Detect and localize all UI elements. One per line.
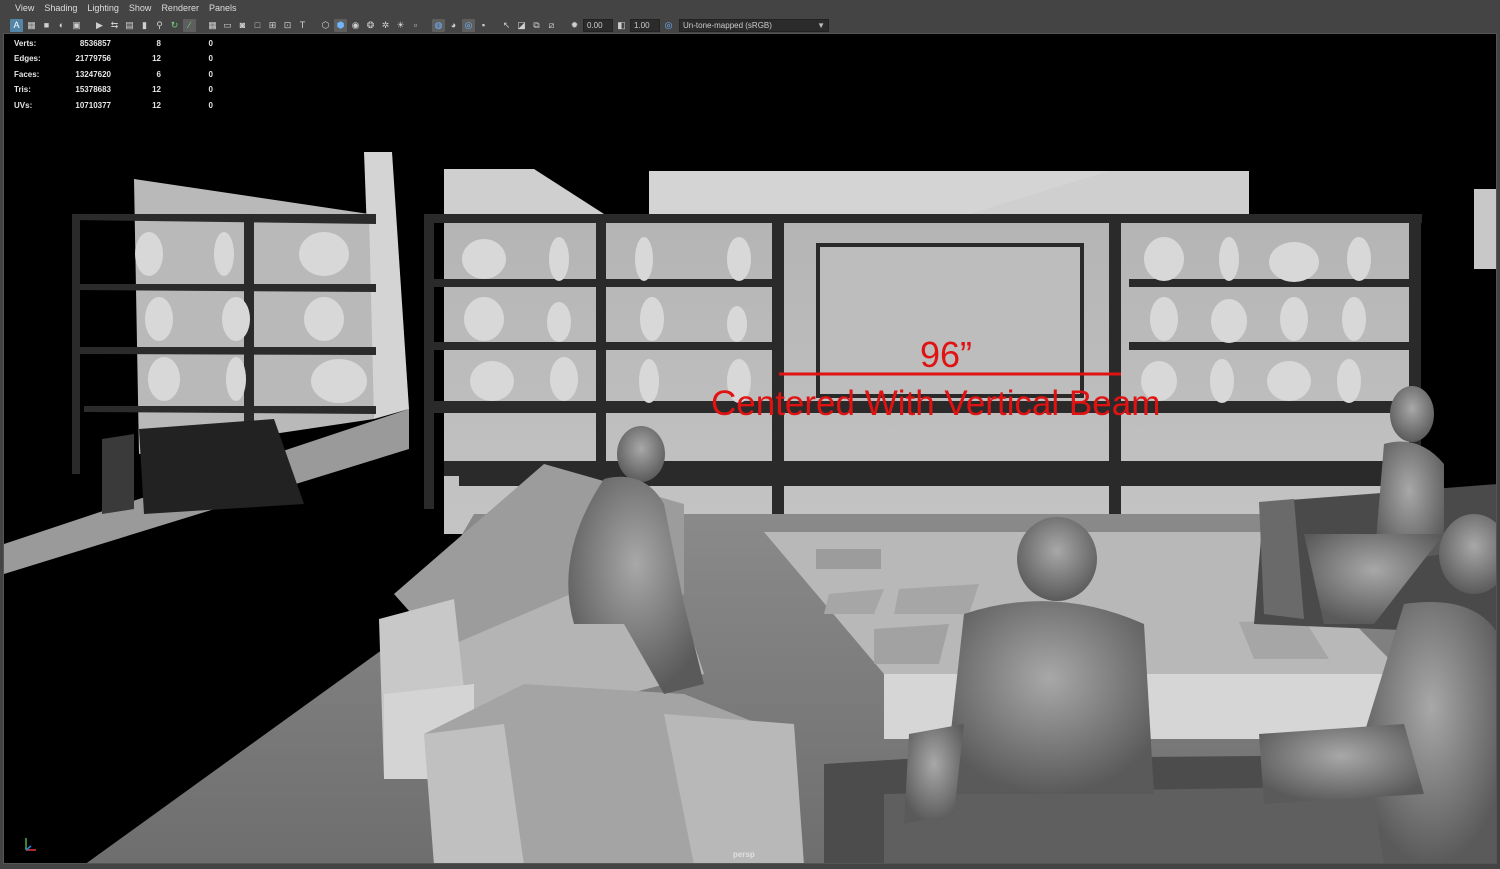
menu-view[interactable]: View <box>10 0 39 17</box>
text-panel-icon[interactable]: T <box>296 19 309 32</box>
maya-viewport-panel: View Shading Lighting Show Renderer Pane… <box>0 0 1500 869</box>
frame-all-icon[interactable]: □ <box>251 19 264 32</box>
field-chart-icon[interactable]: ⚲ <box>153 19 166 32</box>
bookmark-icon[interactable]: ◐ <box>55 19 68 32</box>
isolate-select-icon[interactable]: ◍ <box>432 18 445 32</box>
smooth-shade-icon[interactable]: ⬢ <box>334 18 347 32</box>
axis-gizmo-icon <box>25 838 36 851</box>
shadows-icon[interactable]: ☀ <box>394 19 407 32</box>
gamma-field[interactable]: 1.00 <box>630 18 660 32</box>
gate-mask-icon[interactable]: ▮ <box>138 19 151 32</box>
select-camera-icon[interactable]: A <box>10 18 23 32</box>
two-panel-icon[interactable]: ⊡ <box>281 19 294 32</box>
scene-render <box>4 152 1496 863</box>
hud-row-edges: Edges: 21779756 12 0 <box>14 54 213 64</box>
exposure-icon[interactable]: ✹ <box>568 19 581 32</box>
panel-menu-bar: View Shading Lighting Show Renderer Pane… <box>0 0 1500 17</box>
lock-camera-icon[interactable]: ▦ <box>25 19 38 32</box>
motion-blur-icon[interactable]: ⧉ <box>530 19 543 32</box>
anti-aliasing-icon[interactable]: ⧄ <box>545 19 558 32</box>
annotation-note: Centered With Vertical Beam <box>711 384 1161 423</box>
3d-viewport[interactable]: Verts: 8536857 8 0 Edges: 21779756 12 0 … <box>3 33 1497 864</box>
ambient-occlusion-icon[interactable]: ◪ <box>515 19 528 32</box>
image-plane-icon[interactable]: ▣ <box>70 19 83 32</box>
camera-icon[interactable]: ▶ <box>93 19 106 32</box>
xray-icon[interactable]: ◕ <box>447 19 460 32</box>
hud-row-faces: Faces: 13247620 6 0 <box>14 69 213 79</box>
frame-selection-icon[interactable]: ⊞ <box>266 19 279 32</box>
wireframe-icon[interactable]: ⬡ <box>319 19 332 32</box>
textured-icon[interactable]: ❂ <box>364 19 377 32</box>
wireframe-on-shaded-icon[interactable]: ◉ <box>349 19 362 32</box>
grid-icon[interactable]: ▦ <box>206 19 219 32</box>
menu-shading[interactable]: Shading <box>39 0 82 17</box>
gamma-icon[interactable]: ◧ <box>615 19 628 32</box>
hud-row-uvs: UVs: 10710377 12 0 <box>14 100 213 110</box>
hud-row-verts: Verts: 8536857 8 0 <box>14 39 213 48</box>
cursor-icon[interactable]: ↖ <box>500 19 513 32</box>
heads-up-display-icon[interactable]: ▭ <box>221 19 234 32</box>
measurement-label: 96” <box>920 334 973 375</box>
panel-toolbar: A ▦ ■ ◐ ▣ ▶ ⇆ ▤ ▮ ⚲ ↻ ∕ ▦ ▭ ◙ □ ⊞ ⊡ T ⬡ … <box>0 17 1500 33</box>
use-all-lights-icon[interactable]: ✲ <box>379 19 392 32</box>
camera-name-label: persp <box>733 850 755 859</box>
menu-show[interactable]: Show <box>124 0 157 17</box>
color-space-value: Un-tone-mapped (sRGB) <box>683 20 772 30</box>
film-gate-icon[interactable]: ⇆ <box>108 19 121 32</box>
texture-icon[interactable]: ◙ <box>236 19 249 32</box>
xray-components-icon[interactable]: ▪ <box>477 19 490 32</box>
xray-joints-icon[interactable]: ◎ <box>462 18 475 32</box>
safe-action-icon[interactable]: ↻ <box>168 19 181 32</box>
color-space-dropdown[interactable]: Un-tone-mapped (sRGB) ▼ <box>679 18 829 32</box>
menu-renderer[interactable]: Renderer <box>156 0 204 17</box>
colorspace-icon[interactable]: ◎ <box>662 19 675 32</box>
light-icon[interactable]: ▫ <box>409 19 422 32</box>
exposure-field[interactable]: 0.00 <box>583 18 613 32</box>
chevron-down-icon: ▼ <box>817 20 825 30</box>
poly-count-hud: Verts: 8536857 8 0 Edges: 21779756 12 0 … <box>14 36 213 113</box>
hud-row-tris: Tris: 15378683 12 0 <box>14 85 213 95</box>
safe-title-icon[interactable]: ∕ <box>183 18 196 32</box>
menu-panels[interactable]: Panels <box>204 0 242 17</box>
resolution-gate-icon[interactable]: ▤ <box>123 19 136 32</box>
camera-attributes-icon[interactable]: ■ <box>40 19 53 32</box>
menu-lighting[interactable]: Lighting <box>82 0 124 17</box>
